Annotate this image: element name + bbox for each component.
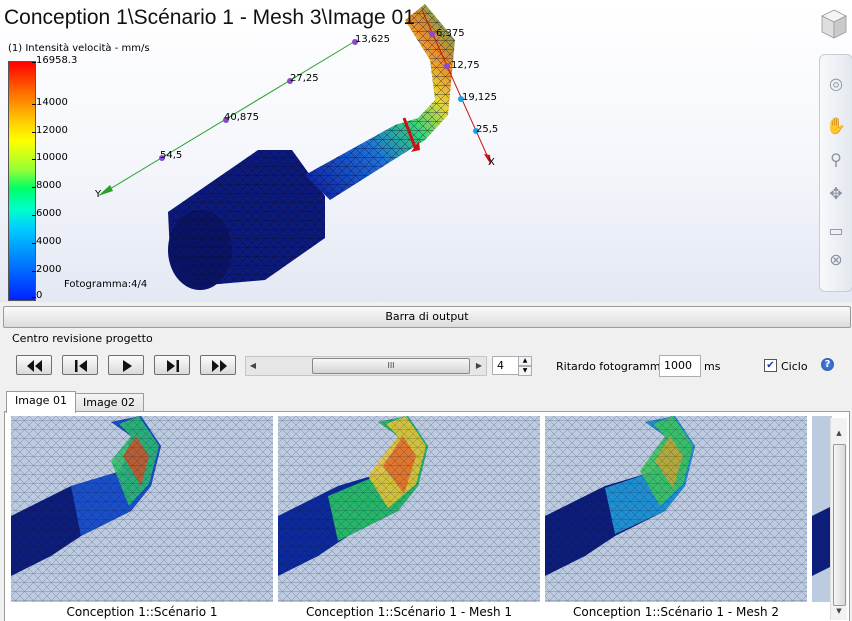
scroll-down-icon[interactable]: ▼ [831, 604, 847, 618]
thumbnail-scrollbar[interactable]: ▲ ▼ [830, 418, 847, 620]
slider-left-arrow-icon[interactable]: ◀ [246, 357, 260, 375]
legend-tick: 8000 [31, 180, 62, 191]
play-icon [123, 360, 132, 372]
legend-tick: 16958.3 [31, 55, 78, 66]
pan-hand-icon[interactable]: ✋ [825, 115, 847, 137]
thumbnail-caption: Conception 1::Scénario 1 - Mesh 1 [305, 605, 513, 619]
legend-tick: 0 [31, 290, 43, 301]
look-at-icon[interactable]: ▭ [825, 220, 847, 242]
frame-counter-label: Fotogramma:4/4 [64, 279, 148, 290]
slider-thumb[interactable]: III [312, 358, 470, 374]
y-axis-tick: 27,25 [290, 73, 319, 84]
x-axis-tick: 25,5 [476, 124, 499, 135]
thumbnail-image[interactable] [11, 416, 273, 602]
x-axis-name: X [488, 157, 495, 168]
3d-viewport[interactable]: Conception 1\Scénario 1 - Mesh 3\Image 0… [0, 0, 852, 302]
thumbnail-panel: Conception 1::Scénario 1 Conception 1::S… [4, 411, 850, 621]
loop-checkbox[interactable]: ✔ [764, 359, 777, 372]
scroll-up-icon[interactable]: ▲ [831, 426, 847, 440]
help-icon[interactable]: ? [821, 358, 834, 371]
steering-wheel-icon[interactable]: ◎ [825, 73, 847, 95]
mesh-body [168, 4, 455, 290]
frame-delay-unit: ms [704, 360, 721, 373]
first-frame-icon [27, 360, 42, 372]
next-frame-button[interactable] [154, 355, 190, 375]
last-frame-icon [212, 360, 227, 372]
thumbnail-caption: Conception 1::Scénario 1 - Mesh 2 [572, 605, 780, 619]
frame-delay-input[interactable]: 1000 [659, 355, 701, 377]
first-frame-button[interactable] [16, 355, 52, 375]
frame-slider[interactable]: ◀ III ▶ [245, 356, 487, 376]
x-axis-tick: 6,375 [436, 28, 465, 39]
loop-label: Ciclo [781, 360, 808, 373]
close-nav-icon[interactable]: ⊗ [825, 249, 847, 271]
y-axis-tick: 54,5 [160, 150, 183, 161]
thumbnail-mesh-render [812, 506, 832, 576]
x-axis-tick: 19,125 [462, 92, 497, 103]
y-axis-tick: 13,625 [355, 34, 390, 45]
x-axis-tick: 12,75 [451, 60, 480, 71]
thumbnail-image[interactable] [545, 416, 807, 602]
zoom-icon[interactable]: ⚲ [825, 149, 847, 171]
previous-frame-button[interactable] [62, 355, 98, 375]
legend-tick: 14000 [32, 97, 68, 108]
y-axis-name: Y [95, 189, 102, 200]
output-bar-toggle[interactable]: Barra di output [3, 306, 851, 328]
slider-right-arrow-icon[interactable]: ▶ [472, 357, 486, 375]
spin-down-icon[interactable]: ▼ [518, 366, 532, 376]
spin-up-icon[interactable]: ▲ [518, 356, 532, 366]
legend-tick: 6000 [31, 208, 62, 219]
thumbnail-mesh-render [278, 416, 540, 602]
thumbnail-image-partial[interactable] [812, 416, 832, 602]
thumbnail-caption: Conception 1::Scénario 1 [66, 605, 218, 619]
legend-tick: 10000 [32, 152, 68, 163]
previous-frame-icon [75, 360, 87, 372]
viewport-title: Conception 1\Scénario 1 - Mesh 3\Image 0… [4, 6, 415, 29]
frame-delay-label: Ritardo fotogrammi: [556, 360, 668, 373]
scrollbar-thumb[interactable] [833, 444, 846, 606]
tab-image-02[interactable]: Image 02 [74, 393, 144, 412]
last-frame-button[interactable] [200, 355, 236, 375]
orbit-icon[interactable]: ✥ [825, 183, 847, 205]
result-label: (1) Intensità velocità - mm/s [8, 43, 150, 54]
legend-tick: 4000 [31, 236, 62, 247]
legend-tick: 2000 [31, 264, 62, 275]
legend-tick: 12000 [32, 125, 68, 136]
thumbnail-mesh-render [545, 416, 807, 602]
navigation-bar: ◎ ✋ ⚲ ✥ ▭ ⊗ [819, 54, 852, 292]
tab-image-01[interactable]: Image 01 [6, 391, 76, 413]
play-button[interactable] [108, 355, 144, 375]
color-legend-bar [8, 61, 36, 301]
thumbnail-image[interactable] [278, 416, 540, 602]
review-center-label: Centro revisione progetto [12, 332, 153, 345]
thumbnail-mesh-render [11, 416, 273, 602]
y-axis-tick: 40,875 [224, 112, 259, 123]
view-cube-icon[interactable] [818, 8, 848, 40]
next-frame-icon [167, 360, 179, 372]
frame-spinner[interactable]: ▲ ▼ [518, 356, 532, 376]
